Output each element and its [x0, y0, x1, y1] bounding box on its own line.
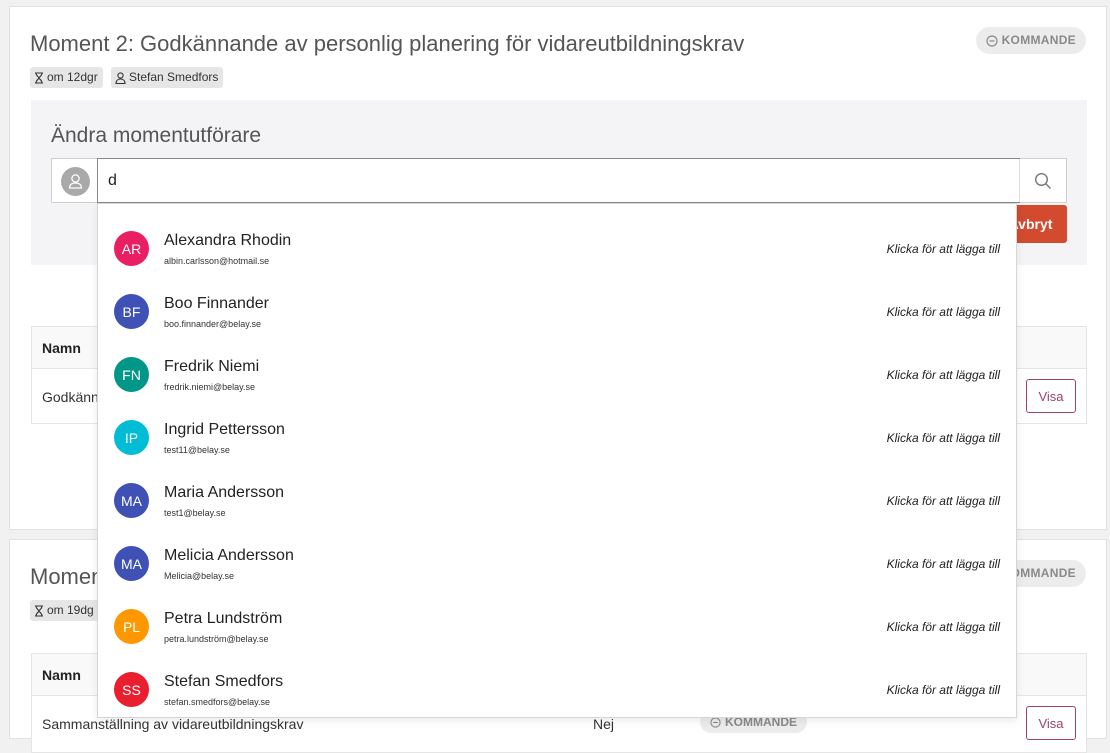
- suggestion-email: test11@belay.se: [164, 445, 230, 455]
- suggestion-email: petra.lundström@belay.se: [164, 634, 269, 644]
- column-header-name: Namn: [42, 340, 81, 356]
- avatar: SS: [114, 672, 149, 707]
- column-header-name: Namn: [42, 667, 81, 683]
- suggestion-name: Boo Finnander: [164, 295, 269, 312]
- hourglass-icon: [34, 71, 44, 84]
- table-cell-name: Sammanställning av vidareutbildningskrav: [42, 716, 304, 732]
- suggestion-name: Petra Lundström: [164, 610, 283, 627]
- moment-title: Momen: [30, 564, 104, 589]
- owner-label: Stefan Smedfors: [129, 70, 219, 84]
- suggestion-item[interactable]: MA Melicia Andersson Melicia@belay.se Klick…: [98, 527, 1016, 590]
- edit-panel-title: Ändra momentutförare: [51, 124, 262, 147]
- clock-minus-icon: [985, 34, 998, 47]
- table-cell-name: Godkänn: [42, 389, 99, 405]
- executor-search-row: [51, 158, 1067, 203]
- search-button[interactable]: [1019, 159, 1066, 202]
- add-hint: Klicka för att lägga till: [886, 683, 1000, 697]
- suggestion-email: albin.carlsson@hotmail.se: [164, 256, 270, 266]
- add-hint: Klicka för att lägga till: [886, 242, 1000, 256]
- moment-title: Moment 2: Godkännande av personlig plane…: [30, 31, 745, 56]
- avatar: BF: [114, 294, 149, 329]
- avatar: IP: [114, 420, 149, 455]
- status-badge: KOMMANDE: [975, 27, 1086, 54]
- view-button[interactable]: Visa: [1026, 706, 1076, 740]
- avatar: MA: [114, 483, 149, 518]
- suggestion-email: Melicia@belay.se: [164, 571, 234, 581]
- suggestion-email: stefan.smedfors@belay.se: [164, 697, 271, 707]
- hourglass-icon: [34, 604, 44, 617]
- user-suggestions-dropdown: AR Alexandra Rhodin albin.carlsson@hotmail…: [97, 203, 1017, 718]
- user-placeholder-icon: [68, 174, 83, 189]
- view-button[interactable]: Visa: [1026, 379, 1076, 413]
- due-label: om 19dg: [47, 603, 94, 617]
- suggestion-email: test1@belay.se: [164, 508, 226, 518]
- due-chip: om 12dgr: [30, 67, 103, 88]
- add-hint: Klicka för att lägga till: [886, 431, 1000, 445]
- avatar: [61, 167, 90, 196]
- executor-search-input[interactable]: [97, 158, 1020, 203]
- suggestion-name: Fredrik Niemi: [164, 358, 260, 375]
- avatar: FN: [114, 357, 149, 392]
- suggestion-item[interactable]: AR Alexandra Rhodin albin.carlsson@hotmail…: [98, 212, 1016, 275]
- add-hint: Klicka för att lägga till: [886, 494, 1000, 508]
- suggestion-name: Stefan Smedfors: [164, 673, 284, 690]
- add-hint: Klicka för att lägga till: [886, 368, 1000, 382]
- due-label: om 12dgr: [47, 70, 98, 84]
- avatar: PL: [114, 609, 149, 644]
- owner-chip: Stefan Smedfors: [111, 67, 224, 88]
- add-hint: Klicka för att lägga till: [886, 305, 1000, 319]
- clock-minus-icon: [710, 716, 721, 728]
- search-icon: [1034, 172, 1051, 189]
- suggestion-item[interactable]: PL Petra Lundström petra.lundström@belay.s…: [98, 590, 1016, 653]
- suggestion-name: Ingrid Pettersson: [164, 421, 285, 438]
- add-hint: Klicka för att lägga till: [886, 557, 1000, 571]
- suggestion-name: Alexandra Rhodin: [164, 232, 292, 249]
- user-icon: [115, 71, 126, 84]
- avatar: AR: [114, 231, 149, 266]
- avatar: MA: [114, 546, 149, 581]
- suggestion-email: fredrik.niemi@belay.se: [164, 382, 256, 392]
- table-cell-value: Nej: [593, 716, 615, 732]
- suggestion-email: boo.finnander@belay.se: [164, 319, 262, 329]
- suggestion-item[interactable]: SS Stefan Smedfors stefan.smedfors@belay.s…: [98, 653, 1016, 716]
- status-label: KOMMANDE: [1001, 33, 1076, 47]
- suggestion-name: Melicia Andersson: [164, 547, 294, 564]
- suggestion-item[interactable]: FN Fredrik Niemi fredrik.niemi@belay.se Kli…: [98, 338, 1016, 401]
- due-chip: om 19dg: [30, 600, 99, 621]
- suggestion-item[interactable]: IP Ingrid Pettersson test11@belay.se Klicka…: [98, 401, 1016, 464]
- suggestion-item[interactable]: BF Boo Finnander boo.finnander@belay.se Kli…: [98, 275, 1016, 338]
- suggestion-name: Maria Andersson: [164, 484, 285, 501]
- add-hint: Klicka för att lägga till: [886, 620, 1000, 634]
- suggestion-item[interactable]: MA Maria Andersson test1@belay.se Klicka fö…: [98, 464, 1016, 527]
